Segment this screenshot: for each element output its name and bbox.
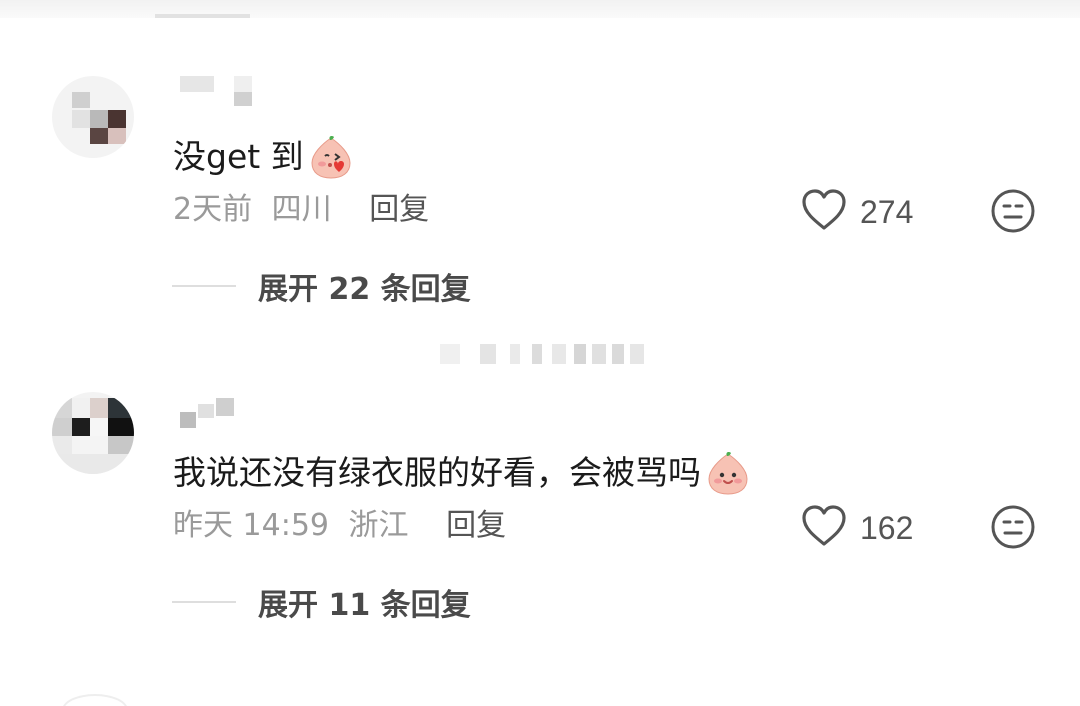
expand-divider-line: [172, 285, 236, 287]
expand-divider-line: [172, 601, 236, 603]
heart-outline-icon: [800, 188, 848, 236]
smiling-peach-emoji-icon: [705, 450, 751, 496]
comment-text: 我说还没有绿衣服的好看，会被骂吗: [173, 450, 751, 496]
avatar[interactable]: [52, 392, 134, 474]
neutral-face-icon[interactable]: [990, 188, 1036, 234]
neutral-face-icon[interactable]: [990, 504, 1036, 550]
expand-replies-button[interactable]: 展开 22 条回复: [172, 264, 471, 308]
comments-page: 没get 到 2天前 四川 回复 274 展开 22 条回复 我说还没有绿衣服的…: [0, 0, 1080, 706]
blowing-kiss-peach-emoji-icon: [308, 134, 354, 180]
reply-button[interactable]: 回复: [446, 508, 506, 543]
like-button[interactable]: 274: [800, 188, 913, 236]
like-button[interactable]: 162: [800, 504, 913, 552]
expand-replies-button[interactable]: 展开 11 条回复: [172, 580, 471, 624]
expand-replies-label: 展开 22 条回复: [258, 272, 471, 307]
heart-outline-icon: [800, 504, 848, 552]
expand-replies-label: 展开 11 条回复: [258, 588, 471, 623]
username-redacted: [180, 398, 240, 428]
comment-location: 四川: [271, 192, 332, 227]
comment-time: 2天前: [173, 192, 253, 227]
comment-body: 没get 到: [173, 137, 304, 176]
top-strip: [0, 0, 1080, 18]
comment-meta: 2天前 四川 回复: [173, 192, 439, 228]
avatar[interactable]: [52, 76, 134, 158]
top-tab-indicator: [155, 14, 250, 18]
username-redacted: [180, 76, 260, 106]
comment-meta: 昨天 14:59 浙江 回复: [173, 508, 516, 544]
comment-body: 我说还没有绿衣服的好看，会被骂吗: [173, 453, 701, 492]
like-count: 274: [860, 193, 914, 230]
comment-location: 浙江: [348, 508, 409, 543]
like-count: 162: [860, 509, 914, 546]
next-comment-avatar[interactable]: [62, 694, 128, 706]
reply-button[interactable]: 回复: [369, 192, 429, 227]
comment-text: 没get 到: [173, 134, 354, 180]
redacted-mosaic: [440, 338, 650, 368]
comment-time: 昨天 14:59: [173, 508, 329, 543]
